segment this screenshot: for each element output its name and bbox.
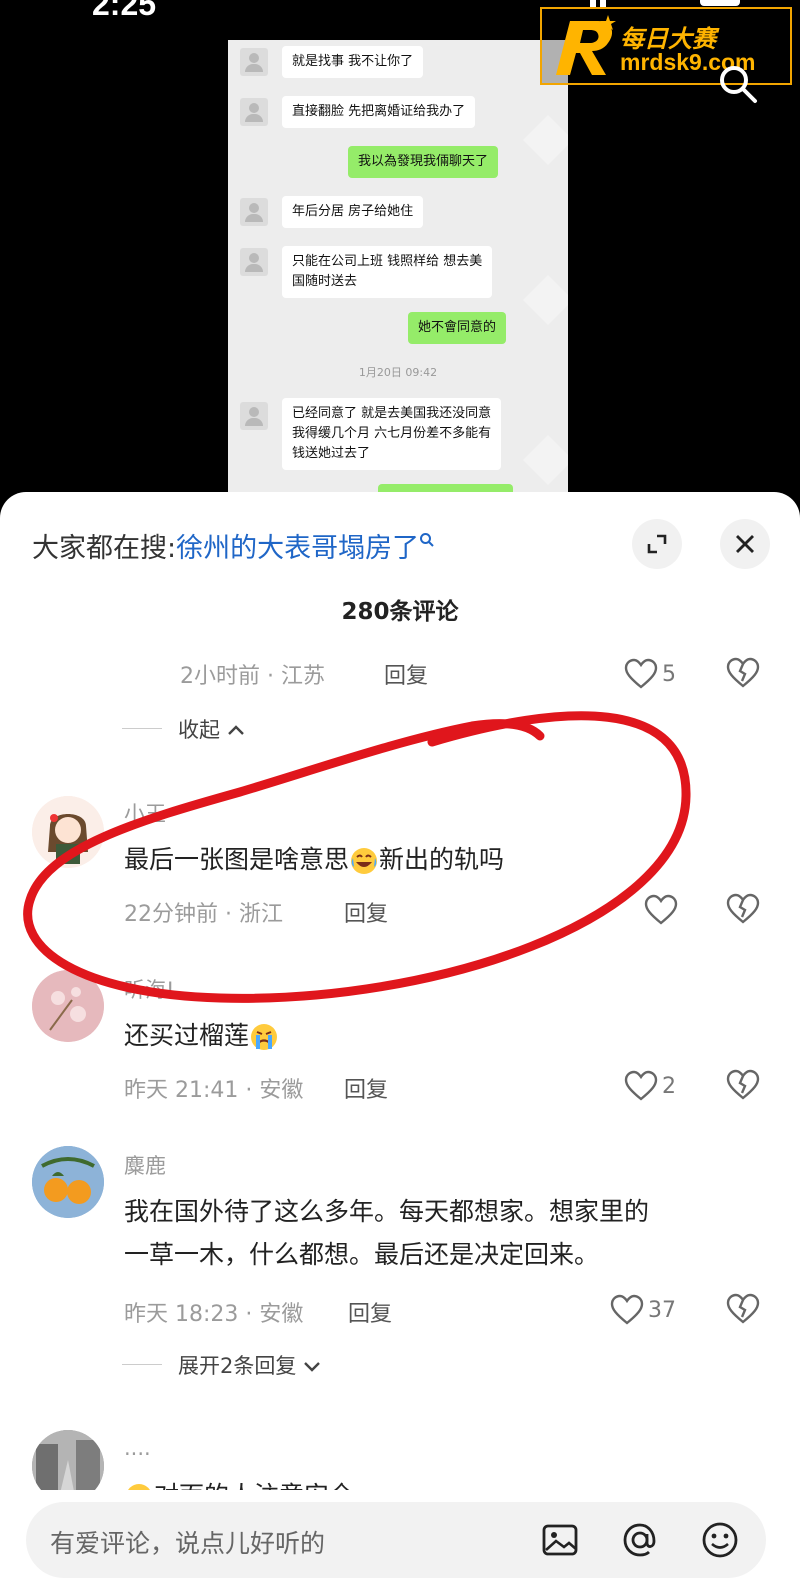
status-time: 2:25	[92, 0, 157, 22]
hot-search-link[interactable]: 徐州的大表哥塌房了	[176, 533, 419, 564]
comment-text: 我在国外待了这么多年。每天都想家。想家里的 一草一木，什么都想。最后还是决定回来…	[124, 1190, 764, 1276]
expand-replies-label: 展开2条回复	[178, 1354, 297, 1378]
like-count: 37	[648, 1297, 676, 1323]
chat-message: 她不會同意的	[408, 312, 507, 344]
like-button[interactable]	[644, 892, 682, 928]
reply-button[interactable]: 回复	[384, 658, 428, 690]
heart-icon	[644, 894, 678, 925]
comment-text: 最后一张图是啥意思 新出的轨吗	[124, 838, 764, 881]
crying-emoji-icon	[251, 1024, 278, 1050]
close-button[interactable]	[720, 519, 770, 569]
chat-message: 年后分居 房子给她住	[282, 196, 424, 228]
chat-message: 我以為發現我倆聊天了	[348, 146, 499, 178]
battery-icon	[700, 0, 740, 6]
broken-heart-icon[interactable]	[726, 1292, 760, 1326]
comment-text-line: 一草一木，什么都想。最后还是决定回来。	[124, 1240, 600, 1269]
heart-icon	[624, 658, 658, 689]
heart-icon	[610, 1294, 644, 1325]
avatar[interactable]	[32, 796, 104, 868]
watermark-logo-icon	[556, 15, 616, 75]
comment-text-part: 还买过榴莲	[124, 1021, 250, 1050]
username[interactable]: 麋鹿	[124, 1150, 166, 1180]
comment-text-line: 我在国外待了这么多年。每天都想家。想家里的	[124, 1197, 650, 1226]
search-icon	[420, 533, 434, 547]
like-button[interactable]: 5	[624, 656, 676, 692]
avatar[interactable]	[32, 1146, 104, 1218]
chat-message: 已经同意了 就是去美国我还没同意 我得缓几个月 六七月份差不多能有 钱送她过去了	[282, 398, 502, 470]
comment-input[interactable]: 有爱评论，说点儿好听的	[26, 1502, 766, 1578]
search-icon[interactable]	[716, 62, 760, 106]
collapse-label: 收起	[178, 718, 220, 742]
comment-input-placeholder: 有爱评论，说点儿好听的	[50, 1529, 326, 1558]
avatar-oranges-icon	[32, 1146, 104, 1218]
heart-icon	[624, 1070, 658, 1101]
chat-avatar	[240, 248, 268, 276]
comment-text-part: 新出的轨吗	[379, 845, 505, 874]
avatar-flowers-icon	[32, 970, 104, 1042]
flower-decoration-icon	[523, 275, 568, 325]
comment-meta: 22分钟前 · 浙江	[124, 902, 283, 927]
like-button[interactable]: 2	[624, 1068, 676, 1104]
like-count: 2	[662, 1073, 676, 1099]
comment-input-bar: 有爱评论，说点儿好听的	[0, 1490, 800, 1580]
chat-message: 直接翻脸 先把离婚证给我办了	[282, 96, 476, 128]
username[interactable]: 小玉	[124, 798, 166, 828]
video-area[interactable]: 2:25 就是找事 我不让你了 直接翻脸 先把离婚证给我办了 我以為發現我倆聊天…	[0, 0, 800, 505]
reply-button[interactable]: 回复	[344, 896, 388, 928]
like-button[interactable]: 37	[610, 1292, 676, 1328]
chat-message-line: 钱送她过去了	[292, 446, 371, 461]
comment-sheet: 大家都在搜:徐州的大表哥塌房了 280条评论 2小时前 · 江苏 回复 5 收起	[0, 492, 800, 1580]
image-icon[interactable]	[538, 1518, 582, 1562]
comment-count: 280条评论	[341, 599, 459, 625]
reply-button[interactable]: 回复	[344, 1072, 388, 1104]
flower-decoration-icon	[523, 115, 568, 165]
comment-meta: 昨天 21:41 · 安徽	[124, 1078, 304, 1103]
divider	[122, 728, 162, 729]
chat-avatar	[240, 98, 268, 126]
chat-avatar	[240, 402, 268, 430]
chat-avatar	[240, 198, 268, 226]
chat-message: 就是找事 我不让你了	[282, 46, 424, 78]
broken-heart-icon[interactable]	[726, 892, 760, 926]
username[interactable]: 听海!	[124, 974, 174, 1004]
laugh-cry-emoji-icon	[351, 848, 378, 874]
expand-replies-button[interactable]: 展开2条回复	[178, 1350, 321, 1380]
at-icon[interactable]	[618, 1518, 662, 1562]
collapse-replies-button[interactable]: 收起	[178, 714, 245, 744]
broken-heart-icon[interactable]	[726, 1068, 760, 1102]
chat-message-line: 我得缓几个月 六七月份差不多能有	[292, 426, 492, 441]
chat-timestamp: 1月20日 09:42	[358, 366, 438, 379]
comment-meta: 2小时前 · 江苏	[180, 664, 325, 689]
hot-search-prefix: 大家都在搜:	[32, 533, 177, 564]
chat-message: 只能在公司上班 钱照样给 想去美 国随时送去	[282, 246, 493, 298]
expand-button[interactable]	[632, 519, 682, 569]
broken-heart-icon[interactable]	[726, 656, 760, 690]
chat-message-line: 已经同意了 就是去美国我还没同意	[292, 406, 492, 421]
chat-screenshot: 就是找事 我不让你了 直接翻脸 先把离婚证给我办了 我以為發現我倆聊天了 年后分…	[228, 40, 568, 505]
chat-avatar	[240, 48, 268, 76]
hot-search-bar[interactable]: 大家都在搜:徐州的大表哥塌房了	[32, 526, 435, 565]
username[interactable]: ....	[124, 1436, 151, 1460]
chat-message-line: 国随时送去	[292, 274, 358, 289]
comment-text-part: 最后一张图是啥意思	[124, 845, 350, 874]
comment-text: 还买过榴莲	[124, 1014, 764, 1057]
comment-meta: 昨天 18:23 · 安徽	[124, 1302, 304, 1327]
emoji-icon[interactable]	[698, 1518, 742, 1562]
close-icon	[736, 535, 754, 553]
divider	[122, 1364, 162, 1365]
chat-message-line: 只能在公司上班 钱照样给 想去美	[292, 254, 483, 269]
chevron-up-icon	[227, 725, 244, 735]
flower-decoration-icon	[523, 435, 568, 485]
reply-button[interactable]: 回复	[348, 1296, 392, 1328]
expand-icon	[647, 534, 667, 554]
avatar-girl-icon	[32, 796, 104, 868]
avatar[interactable]	[32, 970, 104, 1042]
like-count: 5	[662, 661, 676, 687]
chevron-down-icon	[304, 1362, 320, 1372]
